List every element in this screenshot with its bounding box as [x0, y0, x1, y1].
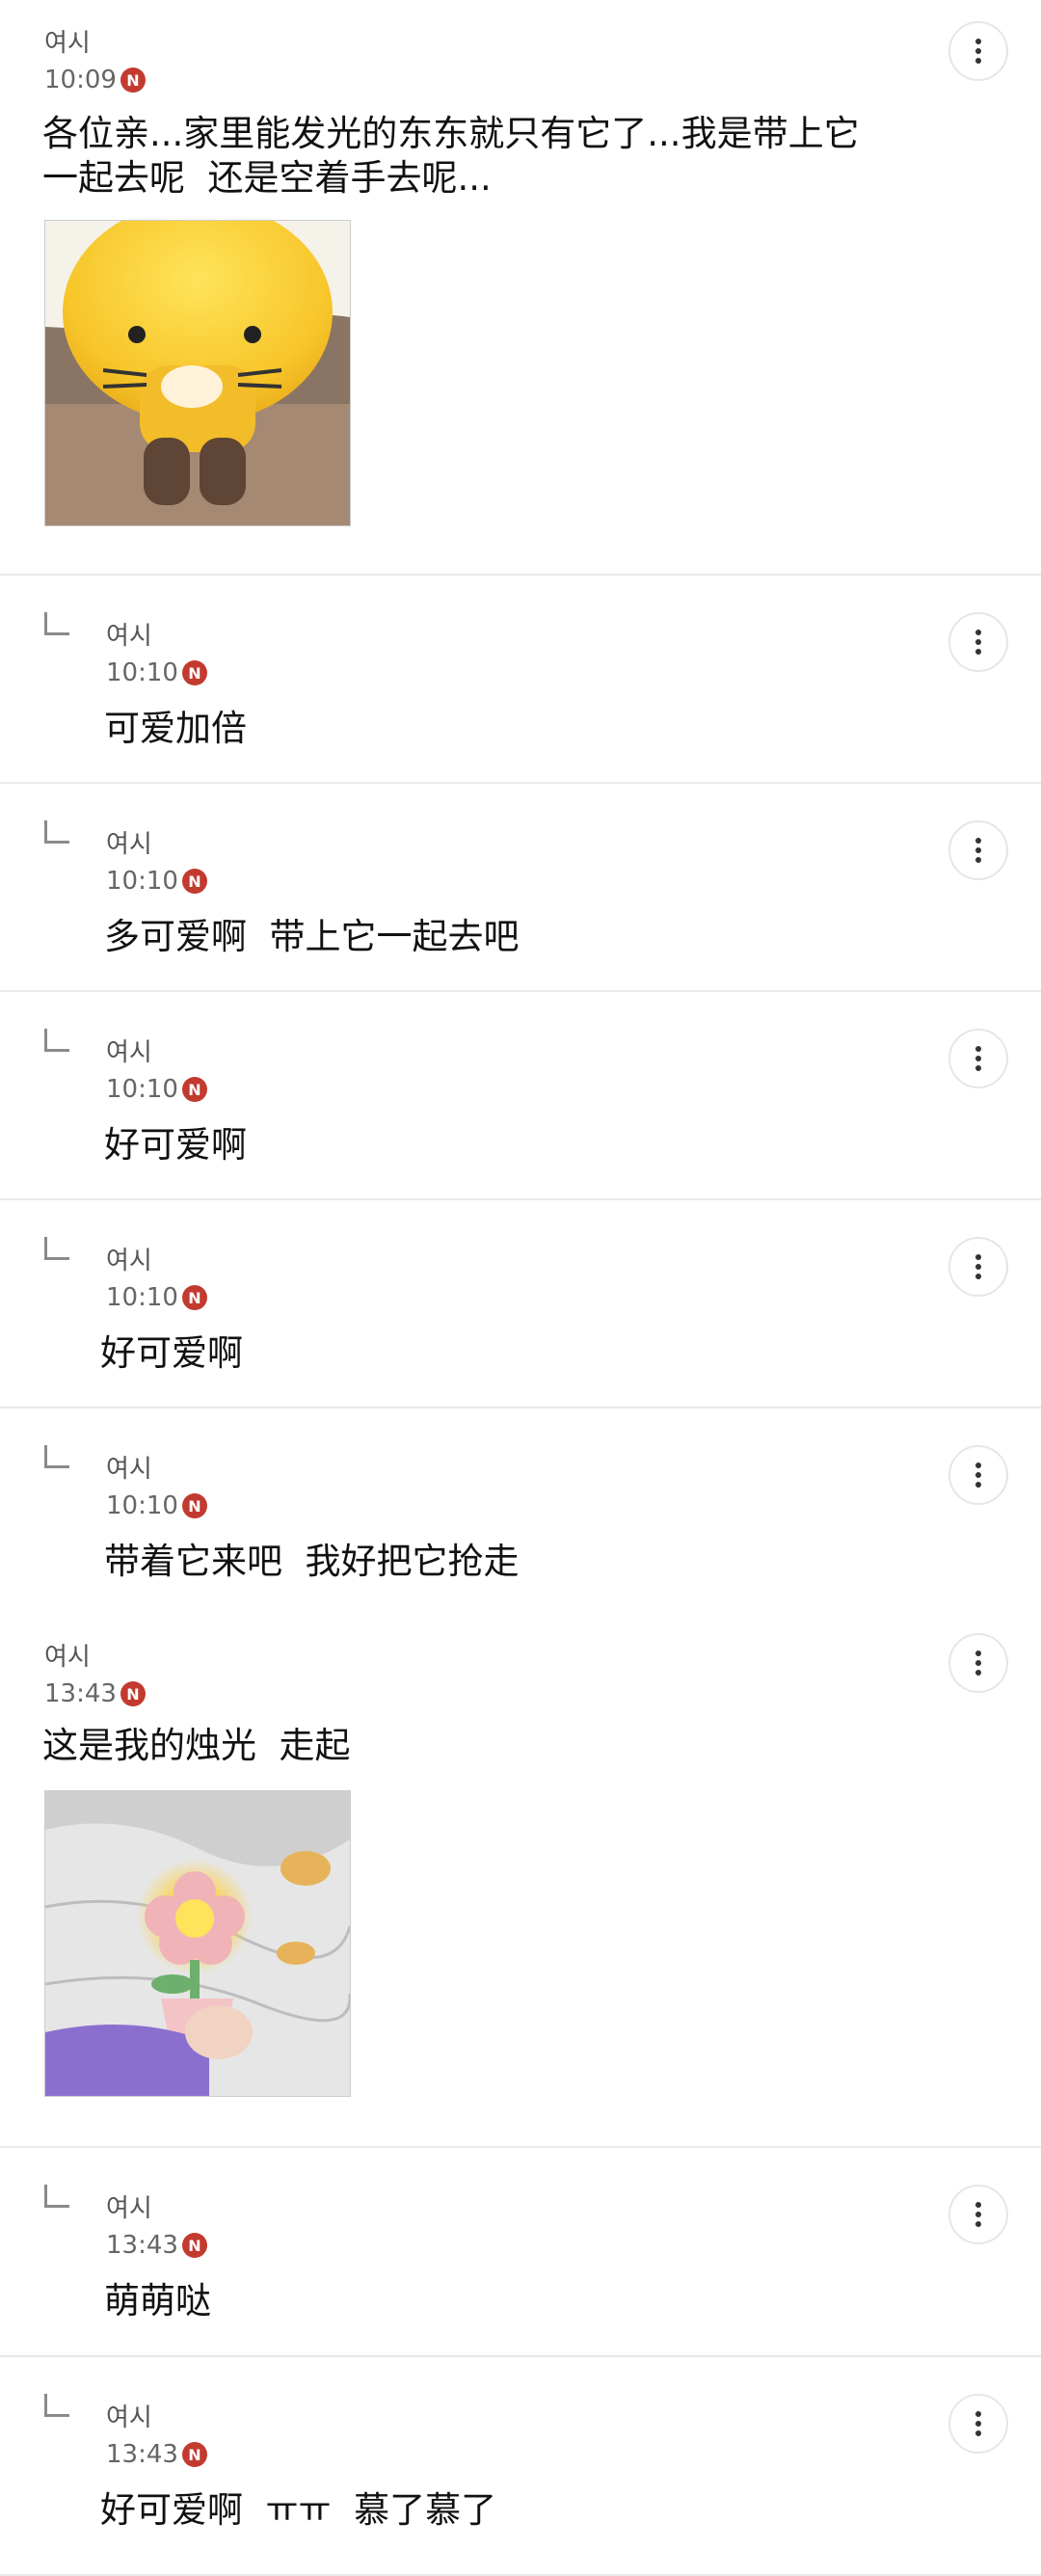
comment-time: 13:43 [44, 1679, 117, 1708]
new-badge-icon: N [120, 1681, 146, 1706]
more-vertical-icon [975, 1254, 981, 1279]
new-badge-icon: N [181, 2442, 207, 2467]
comment-reply: 여시 10:10 N 好可爱啊 [0, 1200, 1041, 1409]
comment-time: 13:43 [106, 2231, 178, 2260]
reply-arrow-icon [44, 820, 69, 844]
new-badge-icon: N [181, 1493, 207, 1518]
new-badge-icon: N [181, 2233, 207, 2258]
yellow-cat-lamp-photo[interactable] [44, 220, 351, 526]
comment-text: 好可爱啊 ㅠㅠ 慕了慕了 [100, 2489, 497, 2531]
comment-meta: 10:10 N [106, 869, 207, 894]
comment-reply: 여시 13:43 N 萌萌哒 [0, 2148, 1041, 2357]
comment-meta: 13:43 N [106, 2233, 207, 2258]
comment-text: 这是我的烛光 走起 [42, 1725, 351, 1766]
comment-time: 10:10 [106, 658, 178, 687]
more-options-button[interactable] [948, 1237, 1008, 1297]
comment-text: 多可爱啊 带上它一起去吧 [104, 916, 520, 957]
comment-author[interactable]: 여시 [44, 1645, 91, 1670]
more-vertical-icon [975, 39, 981, 64]
more-options-button[interactable] [948, 1633, 1008, 1693]
reply-arrow-icon [44, 2394, 69, 2417]
comment-reply: 여시 10:10 N 多可爱啊 带上它一起去吧 [0, 784, 1041, 992]
more-options-button[interactable] [948, 820, 1008, 880]
comment-text: 各位亲...家里能发光的东东就只有它了...我是带上它 一起去呢 还是空着手去呢… [42, 113, 860, 200]
comment-time: 10:10 [106, 1283, 178, 1312]
more-vertical-icon [975, 630, 981, 655]
new-badge-icon: N [181, 869, 207, 894]
reply-arrow-icon [44, 2185, 69, 2208]
comment-text: 萌萌哒 [104, 2280, 211, 2321]
comment-time: 10:09 [44, 66, 117, 94]
more-vertical-icon [975, 1046, 981, 1071]
comment-reply: 여시 13:43 N 好可爱啊 ㅠㅠ 慕了慕了 [0, 2357, 1041, 2576]
comment-meta: 10:10 N [106, 1077, 207, 1102]
more-vertical-icon [975, 1462, 981, 1488]
comment-meta: 13:43 N [44, 1681, 146, 1706]
new-badge-icon: N [181, 1285, 207, 1310]
comment-text: 好可爱啊 [100, 1332, 243, 1374]
comment-author[interactable]: 여시 [106, 1457, 152, 1482]
more-options-button[interactable] [948, 612, 1008, 672]
comment-text: 可爱加倍 [104, 708, 247, 749]
more-options-button[interactable] [948, 21, 1008, 81]
comment-reply: 여시 10:10 N 好可爱啊 [0, 992, 1041, 1200]
reply-arrow-icon [44, 1445, 69, 1468]
new-badge-icon: N [181, 1077, 207, 1102]
comment-time: 10:10 [106, 1075, 178, 1104]
comment-author[interactable]: 여시 [106, 832, 152, 857]
more-options-button[interactable] [948, 1029, 1008, 1088]
comment-meta: 13:43 N [106, 2442, 207, 2467]
comment-meta: 10:10 N [106, 660, 207, 685]
comment-time: 13:43 [106, 2440, 178, 2469]
comment-meta: 10:10 N [106, 1285, 207, 1310]
more-vertical-icon [975, 1650, 981, 1676]
comment-author[interactable]: 여시 [106, 2196, 152, 2221]
reply-arrow-icon [44, 1029, 69, 1052]
comment-time: 10:10 [106, 1491, 178, 1520]
comment-reply: 여시 10:10 N 可爱加倍 [0, 576, 1041, 784]
more-options-button[interactable] [948, 2185, 1008, 2244]
comment-author[interactable]: 여시 [106, 1248, 152, 1274]
comment-time: 10:10 [106, 867, 178, 896]
comment-top-level: 여시 13:43 N 这是我的烛光 走起 [0, 1612, 1041, 2148]
comment-text: 带着它来吧 我好把它抢走 [104, 1541, 520, 1582]
new-badge-icon: N [120, 67, 146, 93]
comment-author[interactable]: 여시 [106, 2405, 152, 2430]
comment-meta: 10:10 N [106, 1493, 207, 1518]
flower-candle-light-photo[interactable] [44, 1790, 351, 2097]
comment-author[interactable]: 여시 [106, 624, 152, 649]
more-vertical-icon [975, 2202, 981, 2227]
more-vertical-icon [975, 838, 981, 863]
new-badge-icon: N [181, 660, 207, 685]
reply-arrow-icon [44, 1237, 69, 1260]
more-vertical-icon [975, 2411, 981, 2436]
more-options-button[interactable] [948, 1445, 1008, 1505]
comment-author[interactable]: 여시 [106, 1040, 152, 1065]
comment-thread: 여시 10:09 N 各位亲...家里能发光的东东就只有它了...我是带上它 一… [0, 0, 1041, 2576]
comment-author[interactable]: 여시 [44, 31, 91, 56]
comment-top-level: 여시 10:09 N 各位亲...家里能发光的东东就只有它了...我是带上它 一… [0, 0, 1041, 576]
comment-text: 好可爱啊 [104, 1124, 247, 1166]
comment-meta: 10:09 N [44, 67, 146, 93]
reply-arrow-icon [44, 612, 69, 635]
comment-reply: 여시 10:10 N 带着它来吧 我好把它抢走 [0, 1409, 1041, 1612]
more-options-button[interactable] [948, 2394, 1008, 2454]
